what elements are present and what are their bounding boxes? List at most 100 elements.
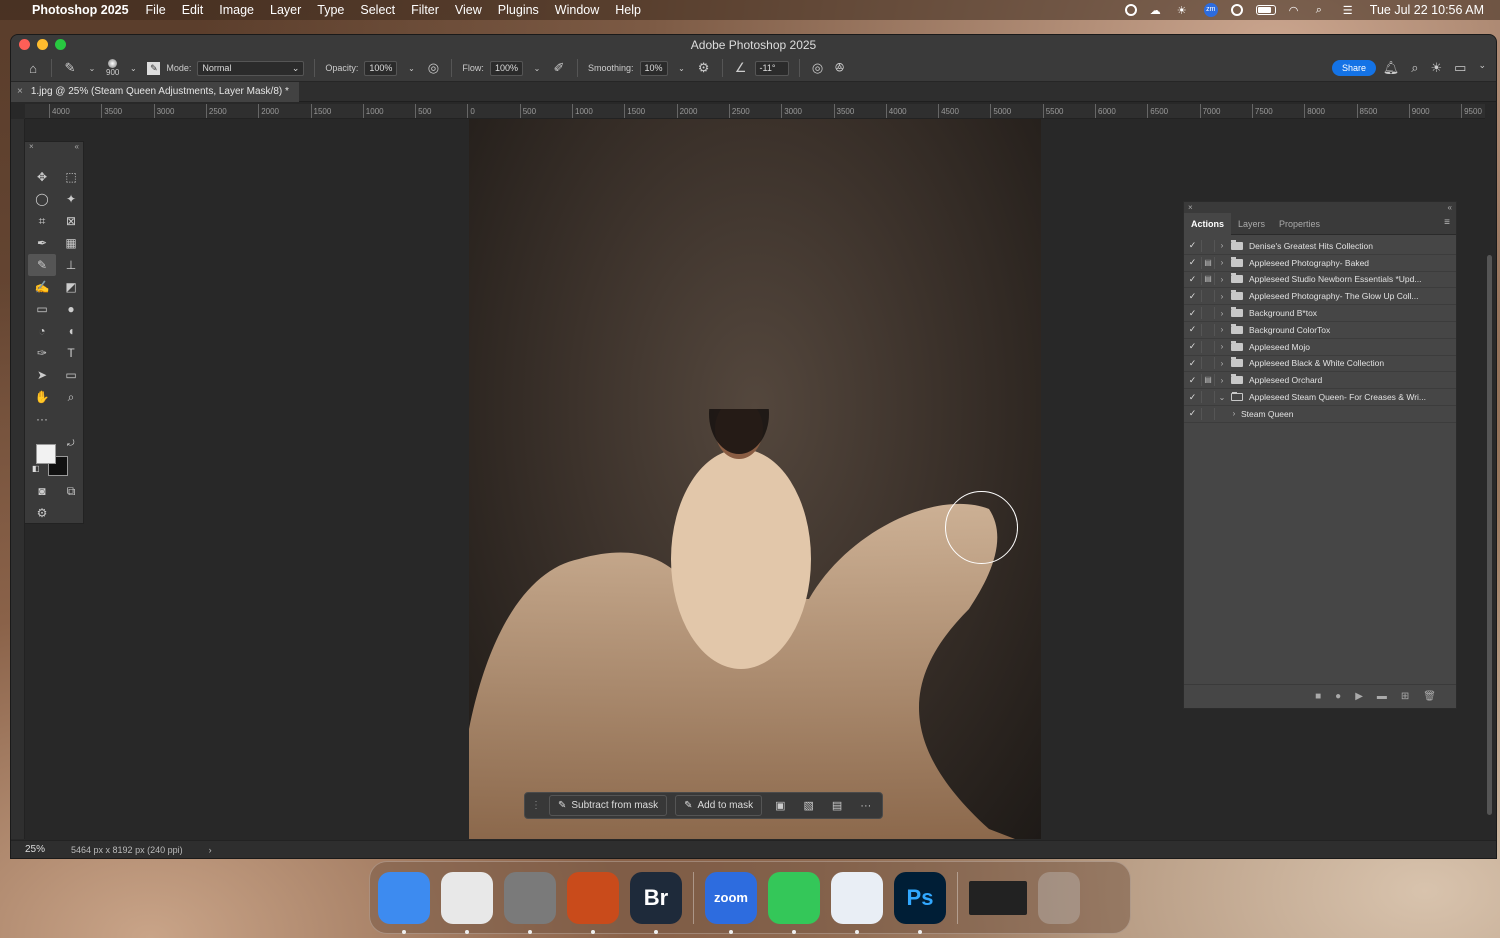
swap-colors-icon[interactable]: ⤾ [67, 438, 75, 449]
mode-select[interactable]: Normal ⌄ [197, 60, 305, 76]
panel-menu-icon[interactable]: ≡ [1444, 217, 1450, 228]
vertical-scrollbar[interactable] [1487, 255, 1492, 815]
dock-messages-icon[interactable] [768, 871, 820, 934]
toggle-check-icon[interactable]: ✓ [1184, 291, 1201, 302]
control-center-icon[interactable]: ☰ [1343, 4, 1357, 17]
mask-refine-icon[interactable]: ▤ [827, 799, 847, 812]
chevron-right-icon[interactable]: › [1215, 325, 1229, 334]
close-tab-icon[interactable]: × [17, 82, 23, 102]
clone-stamp-tool-icon[interactable]: ⊥ [57, 254, 85, 276]
trash-icon[interactable]: 🗑︎ [1423, 691, 1436, 702]
dialog-toggle-icon[interactable] [1201, 357, 1215, 370]
user-icon[interactable] [1230, 4, 1243, 16]
dialog-toggle-icon[interactable] [1201, 391, 1215, 404]
dialog-toggle-icon[interactable]: ▤ [1201, 256, 1215, 269]
brush-settings-icon[interactable]: ✎ [147, 61, 161, 75]
tab-actions[interactable]: Actions [1184, 212, 1232, 235]
chevron-right-icon[interactable]: › [1215, 241, 1229, 250]
weather-icon[interactable]: ☀ [1177, 4, 1191, 17]
brush-preset-icon[interactable]: ✎ [62, 60, 78, 76]
blur-tool-icon[interactable]: ● [57, 298, 85, 320]
horizontal-ruler[interactable]: 4000 3500 3000 2500 2000 1500 1000 500 0 500 1000 1… [25, 104, 1485, 119]
toggle-check-icon[interactable]: ✓ [1184, 240, 1201, 251]
foreground-color-swatch[interactable] [36, 444, 56, 464]
dock-minimized-window-icon[interactable] [969, 880, 1027, 915]
dialog-toggle-icon[interactable] [1201, 307, 1215, 320]
document-tab[interactable]: × 1.jpg @ 25% (Steam Queen Adjustments, … [11, 82, 299, 102]
action-row[interactable]: ✓ › Appleseed Black & White Collection [1184, 356, 1456, 373]
symmetry-icon[interactable]: ꔮ [832, 60, 848, 76]
dock-system-settings-icon[interactable] [504, 871, 556, 934]
action-row[interactable]: ✓ ▤ › Appleseed Orchard [1184, 372, 1456, 390]
angle-input[interactable]: -11° [754, 60, 789, 76]
menu-app-name[interactable]: Photoshop 2025 [32, 3, 129, 17]
dock-photoshop-icon[interactable]: Ps [894, 871, 946, 934]
menu-view[interactable]: View [455, 3, 482, 17]
chevron-right-icon[interactable]: › [1215, 292, 1229, 301]
close-window-button[interactable] [19, 39, 30, 50]
chevron-down-icon[interactable]: ⌄ [125, 60, 141, 76]
search-icon[interactable]: ⌕ [1411, 60, 1418, 76]
frame-tool-icon[interactable]: ⊠ [57, 210, 85, 232]
action-row[interactable]: ✓ ▤ › Appleseed Photography- Baked [1184, 255, 1456, 272]
battery-icon[interactable] [1255, 5, 1276, 15]
lasso-tool-icon[interactable]: ◯ [28, 188, 56, 210]
menu-plugins[interactable]: Plugins [498, 3, 539, 17]
action-row[interactable]: ✓ ⌄ Appleseed Steam Queen- For Creases & W… [1184, 389, 1456, 406]
wifi-icon[interactable]: ◠ [1289, 4, 1303, 17]
close-icon[interactable]: × [29, 142, 34, 154]
discover-icon[interactable]: ☀ [1431, 60, 1443, 76]
document-image[interactable] [469, 119, 1041, 839]
chevron-right-icon[interactable]: › [1215, 258, 1229, 267]
eyedropper-tool-icon[interactable]: ✒ [28, 232, 56, 254]
type-tool-icon[interactable]: T [57, 342, 85, 364]
document-dimensions[interactable]: 5464 px x 8192 px (240 ppi) [71, 845, 183, 855]
dock-chrome-icon[interactable] [441, 871, 493, 934]
stop-icon[interactable]: ■ [1315, 691, 1321, 702]
dock-trash-icon[interactable] [1038, 871, 1080, 924]
path-selection-tool-icon[interactable]: ➤ [28, 364, 56, 386]
quick-select-tool-icon[interactable]: ✦ [57, 188, 85, 210]
action-row[interactable]: ✓ › Steam Queen [1184, 406, 1456, 423]
marquee-tool-icon[interactable]: ⬚ [57, 166, 85, 188]
collapse-icon[interactable]: « [1448, 202, 1452, 213]
play-icon[interactable]: ▶ [1355, 691, 1363, 702]
hand-tool-icon[interactable]: ✋ [28, 386, 56, 408]
chevron-down-icon[interactable]: ⌄ [1478, 60, 1486, 76]
dock-zoom-icon[interactable]: zoom [705, 871, 757, 934]
dock-safari-icon[interactable] [831, 871, 883, 934]
menu-file[interactable]: File [146, 3, 166, 17]
new-action-icon[interactable]: ⊞ [1401, 691, 1409, 702]
gradient-tool-icon[interactable]: ▭ [28, 298, 56, 320]
dock-bridge-icon[interactable]: Br [630, 871, 682, 934]
menu-type[interactable]: Type [317, 3, 344, 17]
toggle-check-icon[interactable]: ✓ [1184, 257, 1201, 268]
zoom-menubar-icon[interactable]: zm [1203, 3, 1218, 17]
creative-cloud-icon[interactable]: ☁ [1150, 4, 1164, 17]
history-brush-tool-icon[interactable]: ✍ [28, 276, 56, 298]
action-row[interactable]: ✓ › Background ColorTox [1184, 322, 1456, 339]
chevron-right-icon[interactable]: › [209, 845, 212, 855]
dialog-toggle-icon[interactable] [1201, 290, 1215, 303]
dock-app-orange-icon[interactable] [567, 871, 619, 934]
chevron-right-icon[interactable]: › [1215, 342, 1229, 351]
workspace-icon[interactable]: ▭ [1454, 60, 1466, 76]
edit-toolbar-icon[interactable]: ⚙ [28, 502, 56, 524]
menubar-clock[interactable]: Tue Jul 22 10:56 AM [1370, 3, 1484, 17]
action-row[interactable]: ✓ › Denise's Greatest Hits Collection [1184, 238, 1456, 255]
dialog-toggle-icon[interactable] [1201, 239, 1215, 252]
chevron-down-icon[interactable]: ⌄ [84, 60, 100, 76]
menu-layer[interactable]: Layer [270, 3, 301, 17]
minimize-window-button[interactable] [37, 39, 48, 50]
menu-select[interactable]: Select [360, 3, 395, 17]
dodge-tool-icon[interactable]: ◔ [28, 320, 56, 342]
flow-input[interactable]: 100% [489, 60, 523, 76]
dialog-toggle-icon[interactable]: ▤ [1201, 273, 1215, 286]
airbrush-icon[interactable]: ✐ [551, 60, 567, 76]
dialog-toggle-icon[interactable]: ▤ [1201, 374, 1215, 387]
chevron-down-icon[interactable]: ⌄ [403, 60, 419, 76]
pressure-opacity-icon[interactable]: ◎ [425, 60, 441, 76]
toggle-check-icon[interactable]: ✓ [1184, 308, 1201, 319]
chevron-right-icon[interactable]: › [1227, 409, 1241, 418]
menu-help[interactable]: Help [615, 3, 641, 17]
